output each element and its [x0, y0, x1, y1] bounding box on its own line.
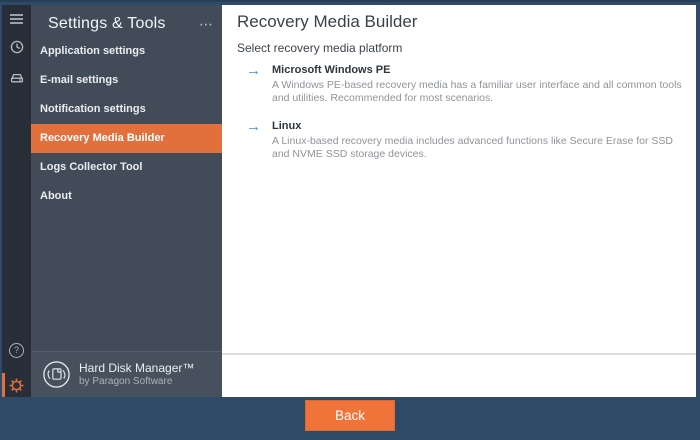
hamburger-menu-icon[interactable] [2, 11, 31, 27]
option-description: A Linux-based recovery media includes ad… [272, 135, 682, 161]
active-section-indicator [2, 373, 5, 397]
option-title: Microsoft Windows PE [272, 64, 682, 76]
drive-icon[interactable] [2, 69, 31, 85]
sidebar-item-notification-settings[interactable]: Notification settings [31, 95, 222, 124]
option-body: Linux A Linux-based recovery media inclu… [272, 120, 682, 161]
vendor-name: by Paragon Software [79, 376, 194, 388]
page-title: Recovery Media Builder [237, 12, 417, 32]
product-name: Hard Disk Manager™ [79, 361, 194, 376]
history-icon[interactable] [2, 39, 31, 55]
option-body: Microsoft Windows PE A Windows PE-based … [272, 64, 682, 105]
page-subtitle: Select recovery media platform [237, 41, 402, 55]
help-icon[interactable]: ? [2, 342, 31, 358]
back-button[interactable]: Back [305, 400, 395, 431]
settings-menu: Application settings E-mail settings Not… [31, 37, 222, 211]
content-divider [222, 353, 696, 355]
settings-tools-window: ? Settings & Tools ⋯ Application setting… [0, 0, 700, 440]
hamburger-icon [10, 14, 23, 24]
sidebar-item-application-settings[interactable]: Application settings [31, 37, 222, 66]
option-linux[interactable]: → Linux A Linux-based recovery media inc… [246, 120, 682, 161]
sidebar-item-logs-collector-tool[interactable]: Logs Collector Tool [31, 153, 222, 182]
question-mark-icon: ? [9, 343, 24, 358]
sidebar-item-recovery-media-builder[interactable]: Recovery Media Builder [31, 124, 222, 153]
sidebar-item-email-settings[interactable]: E-mail settings [31, 66, 222, 95]
option-windows-pe[interactable]: → Microsoft Windows PE A Windows PE-base… [246, 64, 682, 105]
gear-icon[interactable] [2, 377, 31, 393]
sidebar-item-about[interactable]: About [31, 182, 222, 211]
option-description: A Windows PE-based recovery media has a … [272, 79, 682, 105]
window-top-edge [0, 0, 700, 2]
main-content: Recovery Media Builder Select recovery m… [222, 5, 696, 397]
brand-text: Hard Disk Manager™ by Paragon Software [79, 361, 194, 388]
paragon-logo-icon [41, 359, 72, 390]
arrow-right-icon: → [246, 118, 272, 135]
sidebar: Settings & Tools ⋯ Application settings … [31, 5, 222, 397]
option-title: Linux [272, 120, 682, 132]
branding-footer: Hard Disk Manager™ by Paragon Software [31, 351, 222, 397]
sidebar-header: Settings & Tools ⋯ [31, 9, 222, 39]
arrow-right-icon: → [246, 62, 272, 79]
bottom-bar: Back [0, 397, 700, 440]
activity-bar: ? [2, 5, 31, 397]
more-options-icon[interactable]: ⋯ [199, 19, 222, 29]
sidebar-title: Settings & Tools [31, 15, 199, 33]
